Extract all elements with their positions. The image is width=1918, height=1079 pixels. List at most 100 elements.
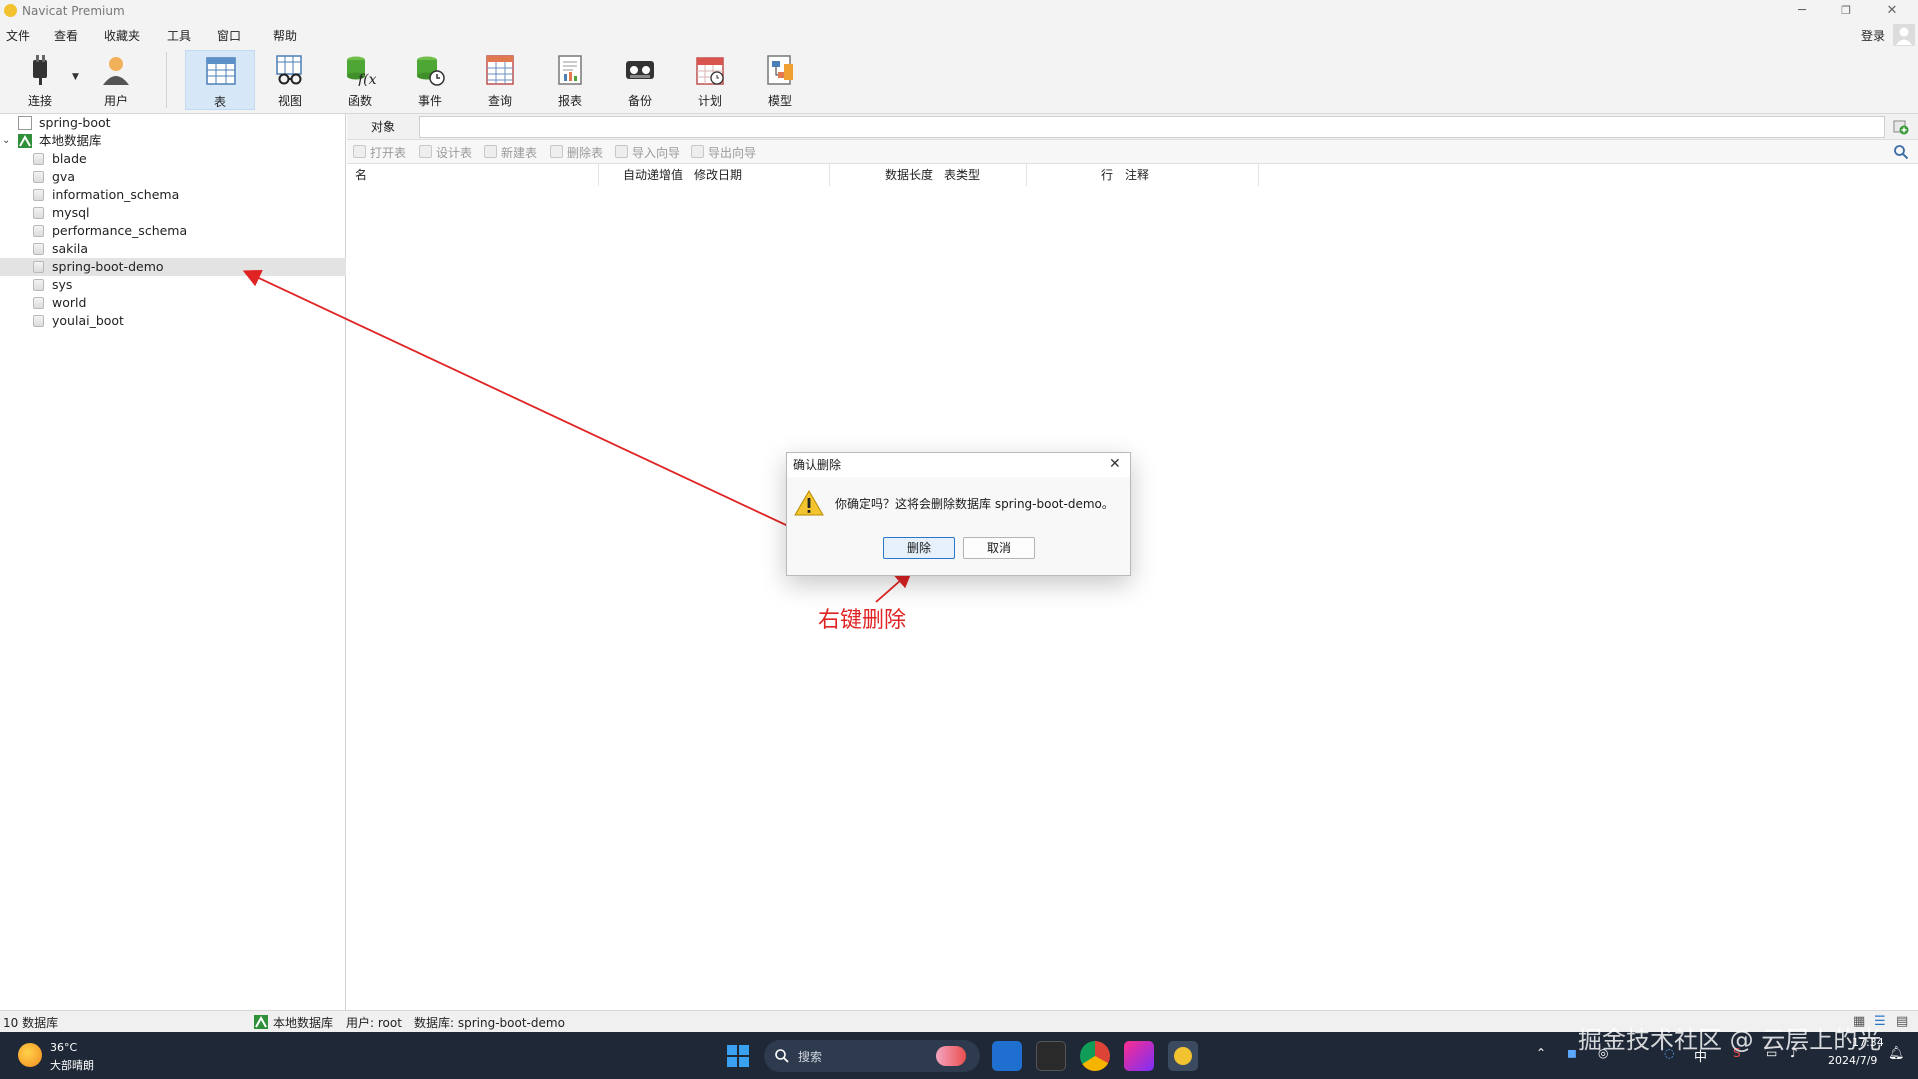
menu-window[interactable]: 窗口 [217,27,241,44]
terminal-icon[interactable] [1036,1041,1066,1071]
tree-database-item[interactable]: sys [0,276,346,294]
new-tab-icon[interactable] [1893,119,1909,135]
tray-app-icon[interactable]: ◼ [1567,1046,1577,1060]
tree-database-item[interactable]: performance_schema [0,222,346,240]
open-table-label: 打开表 [370,146,407,160]
menu-favorites[interactable]: 收藏夹 [104,27,140,44]
connect-button[interactable]: 连接 [8,50,72,110]
tree-connection-local[interactable]: ⌄ 本地数据库 [0,132,346,150]
tree-database-label: blade [52,151,87,166]
navicat-logo-icon [4,4,17,17]
function-button[interactable]: f(x) 函数 [328,50,392,110]
warning-icon [794,490,824,516]
mysql-connection-icon [254,1015,268,1029]
tree-connection-label: spring-boot [39,115,111,130]
new-table-button[interactable]: 新建表 [484,144,537,161]
user-button[interactable]: 用户 [84,50,148,110]
tab-objects[interactable]: 对象 [347,114,419,140]
export-wizard-button[interactable]: 导出向导 [691,144,756,161]
delete-confirm-button[interactable]: 删除 [883,537,955,559]
svg-text:f(x): f(x) [357,72,376,86]
tree-connection-label: 本地数据库 [39,133,102,148]
calendar-icon [696,57,724,85]
design-table-button[interactable]: 设计表 [419,144,472,161]
object-tab-bar: 对象 [347,114,1918,140]
column-modified-date[interactable]: 修改日期 [694,166,742,183]
detail-view-icon[interactable]: ▤ [1896,1014,1908,1029]
report-button[interactable]: 报表 [538,50,602,110]
tree-database-item[interactable]: mysql [0,204,346,222]
object-actions-bar: 打开表 设计表 新建表 删除表 导入向导 导出向导 [347,140,1918,164]
login-link[interactable]: 登录 [1861,27,1885,44]
cancel-button[interactable]: 取消 [963,537,1035,559]
intellij-icon[interactable] [1124,1041,1154,1071]
search-icon[interactable] [1893,144,1909,160]
weather-icon[interactable] [18,1043,42,1067]
object-filter-input[interactable] [419,116,1885,138]
database-icon [33,243,44,255]
column-separator [829,164,830,186]
windows-start-icon[interactable] [726,1044,750,1068]
tree-database-item[interactable]: youlai_boot [0,312,346,330]
menu-tools[interactable]: 工具 [167,27,191,44]
open-table-button[interactable]: 打开表 [353,144,406,161]
vscode-icon[interactable] [992,1041,1022,1071]
object-pane: 对象 打开表 设计表 新建表 删除表 导入向导 导出向导 名 自动递增值 修改日… [347,114,1918,1010]
tree-database-item[interactable]: spring-boot-demo [0,258,346,276]
table-label: 表 [213,95,226,109]
tray-chevron-up-icon[interactable]: ⌃ [1536,1046,1546,1060]
tree-database-item[interactable]: world [0,294,346,312]
navicat-taskbar-icon[interactable] [1168,1041,1198,1071]
clock-date[interactable]: 2024/7/9 [1828,1054,1877,1067]
window-title: Navicat Premium [22,4,125,18]
tree-database-item[interactable]: blade [0,150,346,168]
schedule-button[interactable]: 计划 [678,50,742,110]
query-button[interactable]: 查询 [468,50,532,110]
column-separator [1026,164,1027,186]
event-button[interactable]: 事件 [398,50,462,110]
mysql-connection-icon [18,134,32,148]
minimize-button[interactable]: ─ [1782,1,1822,21]
database-icon [33,189,44,201]
chrome-icon[interactable] [1080,1041,1110,1071]
table-icon [206,57,236,85]
tree-connection-spring-boot[interactable]: spring-boot [0,114,346,132]
dialog-close-icon[interactable]: ✕ [1109,456,1121,472]
design-table-icon [419,145,432,158]
column-data-length[interactable]: 数据长度 [885,166,933,183]
delete-table-button[interactable]: 删除表 [550,144,603,161]
table-button[interactable]: 表 [185,50,255,110]
status-user: 用户: root [346,1016,402,1030]
toolbar-separator [166,52,167,108]
column-rows[interactable]: 行 [1101,166,1113,183]
column-table-type[interactable]: 表类型 [944,166,980,183]
status-connection: 本地数据库 [273,1016,334,1030]
tree-database-label: mysql [52,205,90,220]
chevron-down-icon[interactable]: ⌄ [2,132,10,150]
tree-database-label: information_schema [52,187,180,202]
tree-database-item[interactable]: gva [0,168,346,186]
view-glasses-icon [276,55,302,85]
tree-database-item[interactable]: sakila [0,240,346,258]
view-button[interactable]: 视图 [258,50,322,110]
menu-view[interactable]: 查看 [54,27,78,44]
tree-database-item[interactable]: information_schema [0,186,346,204]
database-icon [33,315,44,327]
account-avatar-icon[interactable] [1893,24,1915,46]
column-comment[interactable]: 注释 [1125,166,1149,183]
menu-help[interactable]: 帮助 [273,27,297,44]
column-name[interactable]: 名 [355,166,367,183]
taskbar-search-box[interactable]: 搜索 [764,1040,980,1072]
object-list-header: 名 自动递增值 修改日期 数据长度 表类型 行 注释 [347,164,1918,186]
notification-bell-icon[interactable]: 🔔︎ [1888,1046,1905,1061]
column-auto-increment[interactable]: 自动递增值 [623,166,683,183]
model-button[interactable]: 模型 [748,50,812,110]
function-icon: f(x) [347,56,376,86]
connect-dropdown-icon[interactable]: ▼ [72,72,79,82]
close-window-button[interactable]: ✕ [1872,1,1912,21]
status-db-count: 10 数据库 [3,1016,59,1030]
import-wizard-button[interactable]: 导入向导 [615,144,680,161]
backup-button[interactable]: 备份 [608,50,672,110]
menu-file[interactable]: 文件 [6,27,30,44]
restore-button[interactable]: ❐ [1826,1,1866,21]
